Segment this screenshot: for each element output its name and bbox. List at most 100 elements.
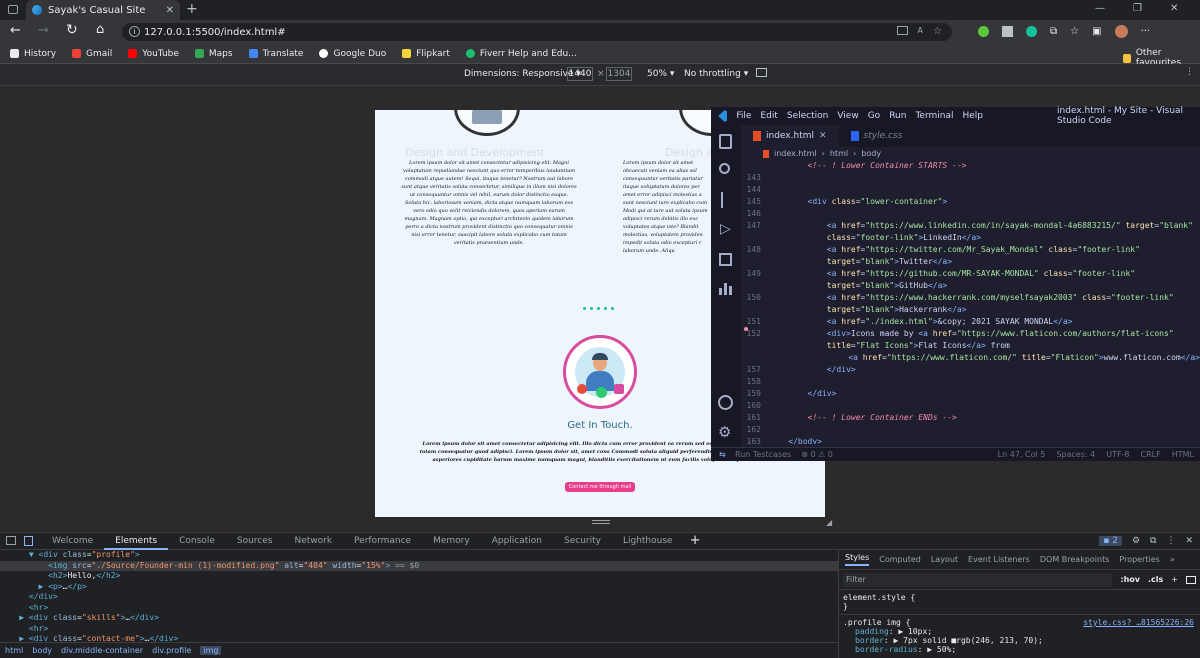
- breadcrumb-file[interactable]: index.html: [774, 149, 817, 158]
- crumb-html[interactable]: html: [5, 646, 23, 655]
- width-field[interactable]: 1440: [567, 67, 593, 81]
- subtab-layout[interactable]: Layout: [931, 555, 958, 564]
- dom-node-selected[interactable]: <img src="./Source/Founder-min (1)-modif…: [0, 560, 838, 571]
- zoom-dropdown[interactable]: 50% ▾: [647, 69, 674, 79]
- settings-more-icon[interactable]: ···: [1141, 26, 1151, 37]
- devtools-more-icon[interactable]: ⋮: [1166, 536, 1175, 546]
- menu-go[interactable]: Go: [868, 111, 880, 121]
- source-control-icon[interactable]: [721, 192, 730, 208]
- tab-close-icon[interactable]: ✕: [166, 5, 174, 16]
- tab-lighthouse[interactable]: Lighthouse: [612, 532, 684, 550]
- subtab-dom-breakpoints[interactable]: DOM Breakpoints: [1040, 555, 1110, 564]
- forward-icon[interactable]: →: [38, 23, 49, 38]
- contact-button[interactable]: Contact me through mail: [565, 482, 635, 492]
- tab-network[interactable]: Network: [283, 532, 343, 550]
- read-aloud-icon[interactable]: A: [918, 26, 923, 37]
- status-run-testcases[interactable]: Run Testcases: [735, 450, 791, 459]
- tab-console[interactable]: Console: [168, 532, 226, 550]
- breadcrumb-html[interactable]: html: [830, 149, 848, 158]
- favorites-icon[interactable]: ☆: [1070, 26, 1079, 37]
- menu-selection[interactable]: Selection: [787, 111, 828, 121]
- tab-elements[interactable]: Elements: [104, 532, 169, 550]
- code-editor[interactable]: <!-- ! Lower Container STARTS --> 143 144 1…: [741, 160, 1200, 444]
- inspect-element-icon[interactable]: [6, 536, 16, 545]
- close-window-icon[interactable]: ✕: [1170, 3, 1178, 14]
- address-bar[interactable]: i 127.0.0.1:5500/index.html# A ☆: [122, 23, 952, 41]
- minimize-icon[interactable]: —: [1095, 3, 1105, 14]
- tab-close-icon[interactable]: ✕: [819, 131, 827, 141]
- site-info-icon[interactable]: i: [129, 26, 140, 37]
- back-icon[interactable]: ←: [10, 23, 21, 38]
- crumb-profile[interactable]: div.profile: [152, 646, 191, 655]
- status-indentation[interactable]: Spaces: 4: [1056, 450, 1095, 459]
- rule-prop-padding[interactable]: padding: ▶ 10px;: [843, 627, 1196, 636]
- bookmark-youtube[interactable]: YouTube: [128, 49, 179, 59]
- device-toggle-icon[interactable]: [24, 535, 33, 546]
- restore-icon[interactable]: ❐: [1133, 3, 1142, 14]
- height-field[interactable]: 1304: [606, 67, 632, 81]
- more-tabs-plus-icon[interactable]: +: [690, 533, 701, 548]
- viewport-resize-handle[interactable]: [592, 520, 610, 524]
- explorer-icon[interactable]: [719, 134, 732, 149]
- status-encoding[interactable]: UTF-8: [1106, 450, 1129, 459]
- crumb-middle-container[interactable]: div.middle-container: [61, 646, 143, 655]
- dom-node[interactable]: <hr>: [0, 624, 838, 635]
- profile-avatar[interactable]: [1114, 25, 1128, 38]
- subtab-event-listeners[interactable]: Event Listeners: [968, 555, 1030, 564]
- throttling-dropdown[interactable]: No throttling ▾: [684, 69, 748, 79]
- new-rule-plus-icon[interactable]: +: [1171, 575, 1178, 584]
- status-problems[interactable]: ⊗ 0 ⚠ 0: [801, 450, 833, 459]
- collections-icon[interactable]: ▣: [1092, 26, 1101, 37]
- cls-toggle[interactable]: .cls: [1148, 575, 1163, 584]
- subtab-styles[interactable]: Styles: [845, 553, 870, 566]
- menu-run[interactable]: Run: [889, 111, 906, 121]
- tab-actions-icon[interactable]: [8, 5, 18, 14]
- issues-badge[interactable]: ▪ 2: [1099, 535, 1122, 546]
- dom-node[interactable]: <h2>Hello,</h2>: [0, 571, 838, 582]
- rule-prop-border[interactable]: border: ▶ 7px solid ■rgb(246, 213, 70);: [843, 636, 1196, 645]
- cast-icon[interactable]: [896, 26, 908, 35]
- status-eol[interactable]: CRLF: [1141, 450, 1161, 459]
- menu-edit[interactable]: Edit: [760, 111, 777, 121]
- status-cursor-position[interactable]: Ln 47, Col 5: [998, 450, 1046, 459]
- tab-security[interactable]: Security: [553, 532, 612, 550]
- bookmark-google-duo[interactable]: Google Duo: [319, 49, 386, 59]
- accounts-icon[interactable]: [718, 395, 733, 410]
- breadcrumb-body[interactable]: body: [861, 149, 881, 158]
- extension-gray-icon[interactable]: [1002, 26, 1013, 37]
- bookmark-translate[interactable]: Translate: [248, 49, 303, 59]
- home-icon[interactable]: ⌂: [96, 22, 104, 37]
- rotate-icon[interactable]: [756, 68, 767, 77]
- bookmark-history[interactable]: History: [10, 49, 56, 59]
- rule-source-link[interactable]: style.css? …81565226:26: [1083, 618, 1194, 627]
- tab-application[interactable]: Application: [481, 532, 553, 550]
- devtools-settings-icon[interactable]: ⚙: [1132, 536, 1140, 546]
- crumb-img[interactable]: img: [200, 646, 222, 655]
- run-debug-icon[interactable]: ▷: [720, 221, 731, 237]
- bookmark-maps[interactable]: Maps: [194, 49, 233, 59]
- search-icon[interactable]: [719, 163, 730, 174]
- device-more-icon[interactable]: ⋮: [1185, 67, 1194, 77]
- dock-side-icon[interactable]: ⧉: [1150, 536, 1156, 546]
- grammarly-icon[interactable]: [1026, 26, 1037, 37]
- new-tab-icon[interactable]: +: [186, 1, 198, 17]
- remote-icon[interactable]: ⇆: [719, 450, 729, 460]
- dom-node[interactable]: ▶ <div class="skills">…</div>: [0, 613, 838, 624]
- hov-toggle[interactable]: :hov: [1120, 575, 1140, 584]
- dom-node[interactable]: ▶ <div class="contact-me">…</div>: [0, 634, 838, 642]
- refresh-icon[interactable]: ↻: [66, 22, 78, 38]
- bookmark-flipkart[interactable]: Flipkart: [402, 49, 450, 59]
- dom-tree[interactable]: ▼ <div class="profile"> <img src="./Sour…: [0, 550, 838, 642]
- tab-memory[interactable]: Memory: [422, 532, 481, 550]
- favorite-star-icon[interactable]: ☆: [933, 26, 942, 37]
- subtab-computed[interactable]: Computed: [879, 555, 921, 564]
- dom-node[interactable]: ▼ <div class="profile">: [0, 550, 838, 561]
- dom-node[interactable]: </div>: [0, 592, 838, 603]
- extensions-icon[interactable]: [719, 253, 732, 266]
- status-language[interactable]: HTML: [1172, 450, 1194, 459]
- rule-prop-border-radius[interactable]: border-radius: ▶ 50%;: [843, 645, 1196, 654]
- dom-node[interactable]: <hr>: [0, 603, 838, 614]
- tab-index-html[interactable]: index.html ✕: [741, 125, 839, 147]
- crumb-body[interactable]: body: [32, 646, 52, 655]
- tab-style-css[interactable]: style.css: [839, 125, 915, 147]
